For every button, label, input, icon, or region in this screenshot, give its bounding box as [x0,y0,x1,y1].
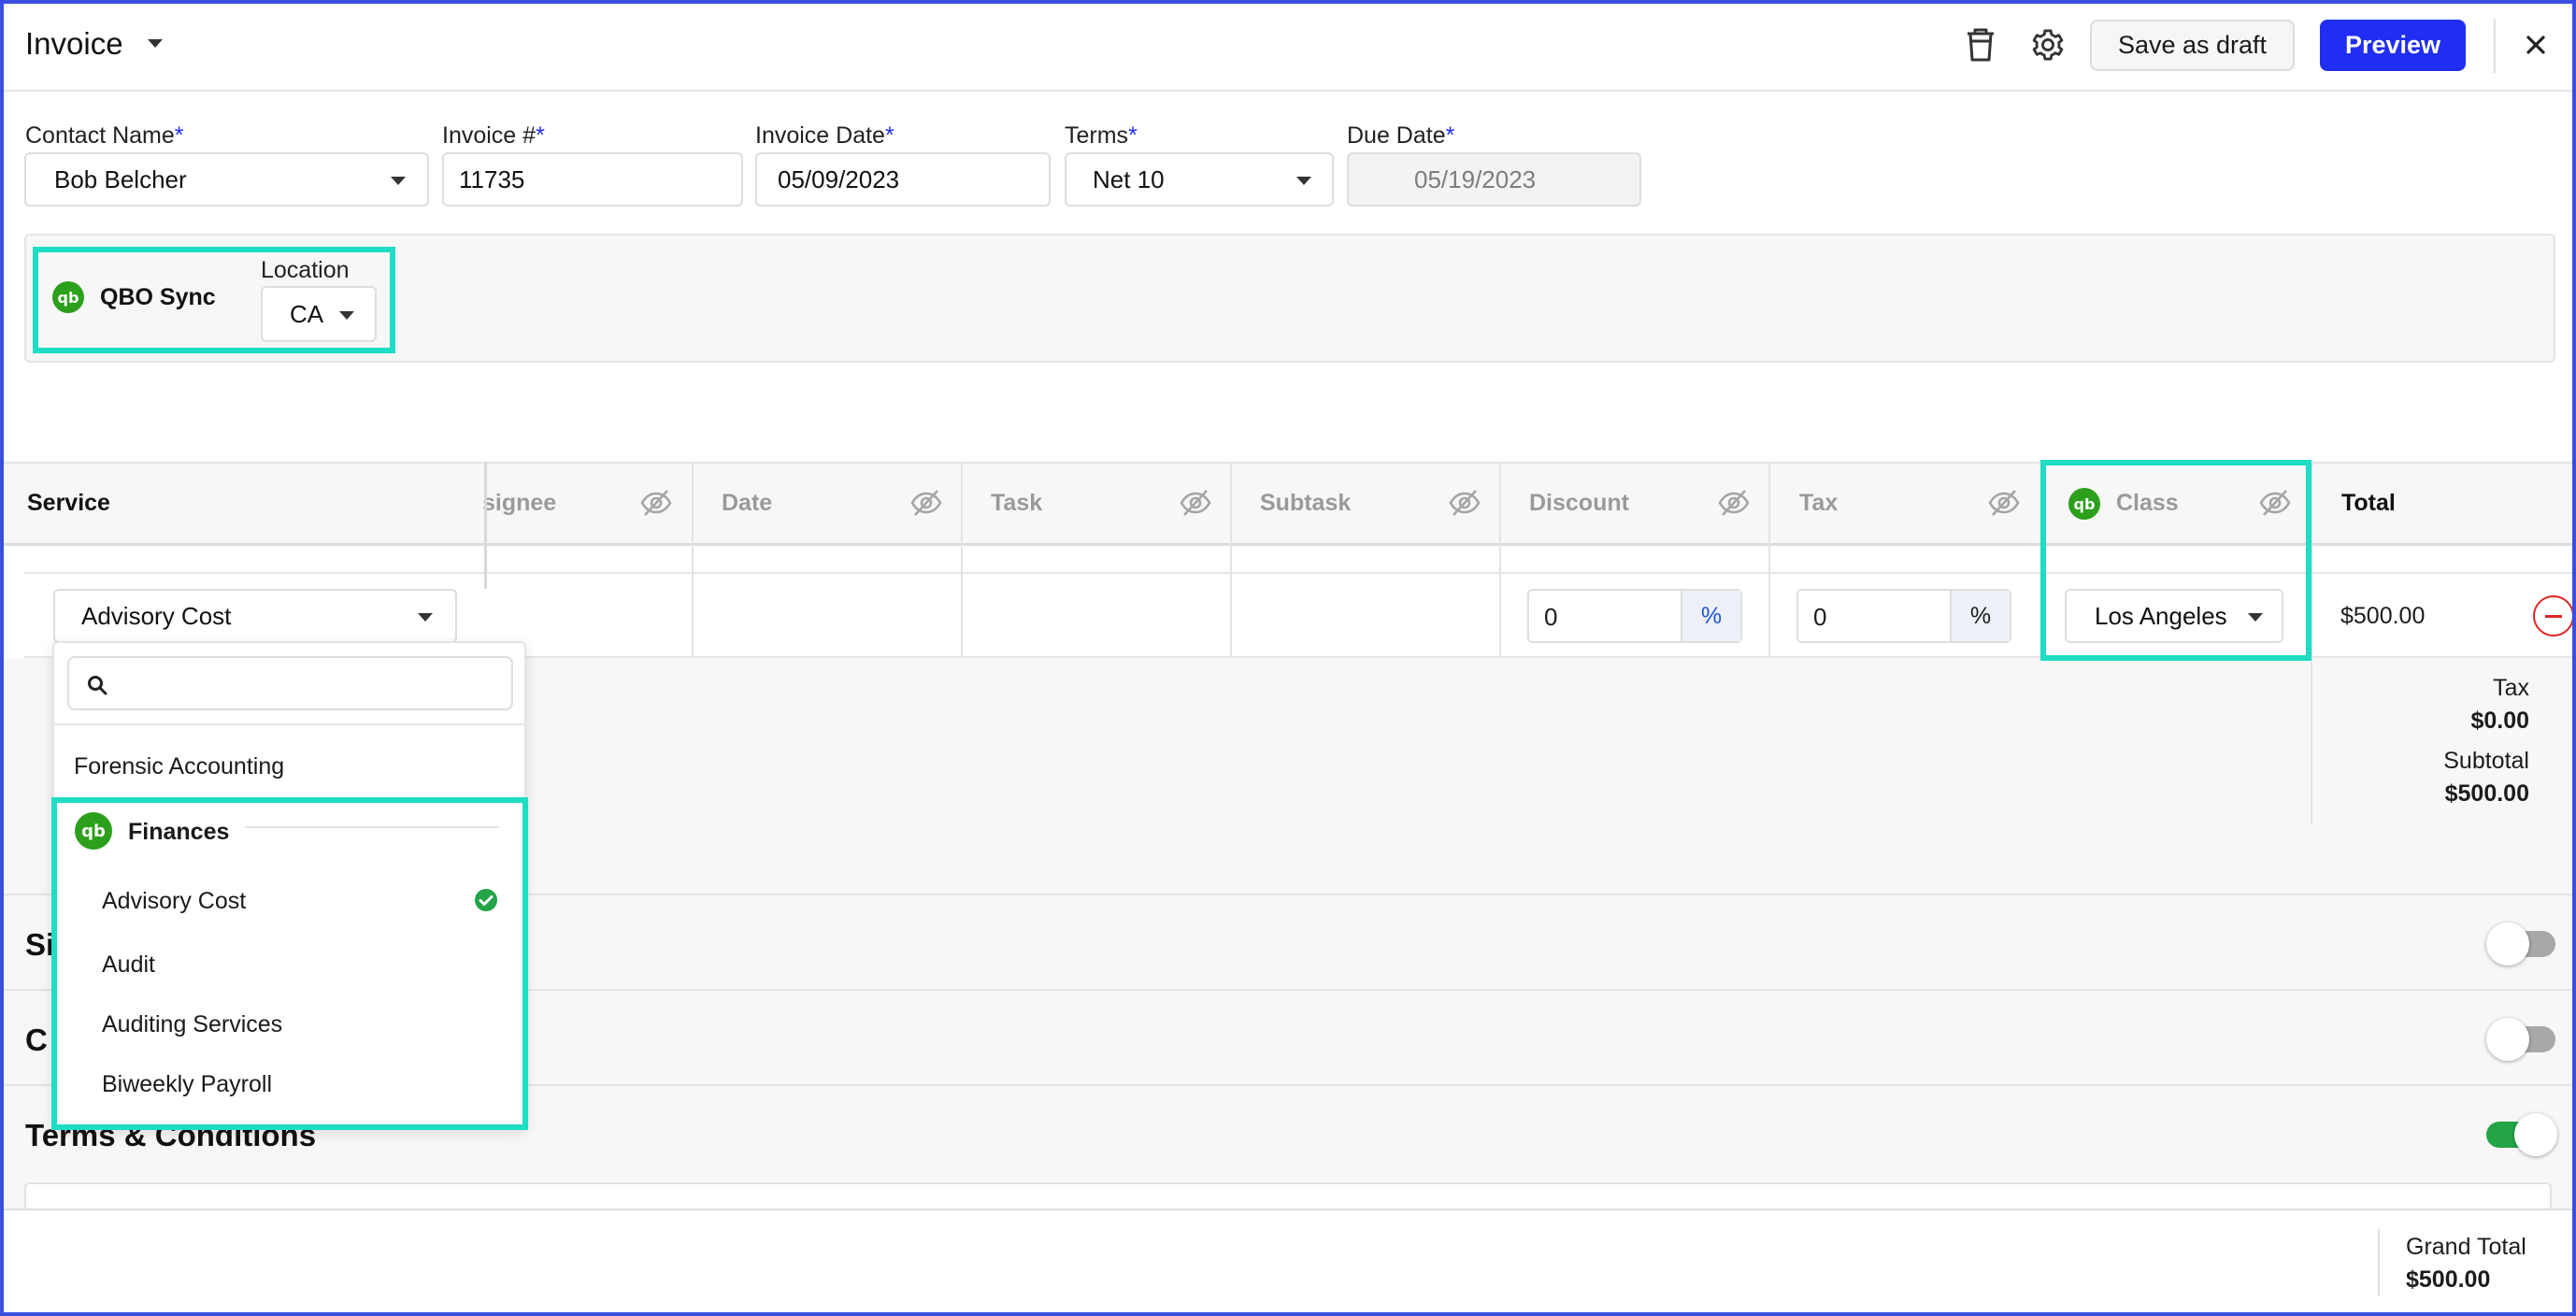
terms-toggle[interactable] [2486,1113,2557,1156]
eye-off-icon[interactable] [909,488,943,518]
column-header-discount: Discount [1529,490,1629,516]
column-divider [1768,462,1770,658]
subtotal-label: Subtotal [2443,748,2529,774]
column-divider [692,462,694,658]
chevron-down-icon [339,311,354,320]
eye-off-icon[interactable] [1179,488,1212,518]
invoice-number-value: 11735 [459,164,525,193]
preview-button[interactable]: Preview [2320,20,2466,71]
invoice-date-label: Invoice Date* [755,122,894,149]
due-date-value: 05/19/2023 [1414,164,1537,193]
footer-bar: Grand Total $500.00 [0,1209,2576,1316]
tax-value: 0 [1813,603,1827,631]
invoice-number-input[interactable]: 11735 [442,152,743,207]
column-header-service: Service [27,490,110,516]
terms-value: Net 10 [1093,164,1165,193]
due-date-input: 05/19/2023 [1347,152,1641,207]
grand-total-value: $500.00 [2406,1266,2491,1293]
chevron-down-icon [418,613,433,622]
close-icon[interactable] [2514,23,2557,66]
quickbooks-logo-icon: qb [52,281,84,313]
invoice-date-input[interactable]: 05/09/2023 [755,152,1051,207]
remove-row-icon[interactable] [2533,595,2574,637]
qbo-sync-panel [24,234,2555,363]
terms-select[interactable]: Net 10 [1065,152,1334,207]
invoice-date-value: 05/09/2023 [778,164,900,193]
column-header-date: Date [722,490,773,516]
tax-summary-value: $0.00 [2470,708,2529,734]
column-header-tax: Tax [1799,490,1839,516]
due-date-label: Due Date* [1347,122,1455,149]
contact-name-label: Contact Name* [25,122,184,149]
column-header-task: Task [991,490,1043,516]
finances-group-highlight [51,797,528,1130]
column-header-total: Total [2341,490,2396,516]
column-divider [1499,462,1501,658]
terms-label: Terms* [1065,122,1138,149]
footer-divider [2378,1229,2380,1296]
class-column-highlight [2040,460,2311,661]
location-select[interactable]: CA [261,286,377,342]
trash-icon[interactable] [1959,23,2002,66]
column-header-assignee: signee [482,490,557,516]
contact-name-value: Bob Belcher [54,164,187,193]
grand-total-label: Grand Total [2406,1234,2526,1260]
search-icon [88,676,107,695]
subtotal-value: $500.00 [2444,780,2529,807]
sticky-column-divider [484,462,487,589]
dropdown-item[interactable]: Forensic Accounting [74,753,284,780]
service-search-input[interactable] [67,656,513,710]
column-divider [961,462,963,658]
tax-unit: % [1950,591,2010,641]
header-bar: Invoice Save as draft Preview [0,0,2576,92]
location-value: CA [290,299,324,328]
page-title: Invoice [25,26,123,61]
invoice-number-label: Invoice #* [442,122,545,149]
discount-unit: % [1681,591,1740,641]
tax-input[interactable]: 0 % [1796,589,2011,643]
column-divider [1230,462,1232,658]
contact-name-select[interactable]: Bob Belcher [24,152,429,207]
row-total: $500.00 [2340,603,2426,629]
title-dropdown-caret-icon[interactable] [148,39,163,48]
save-as-draft-button[interactable]: Save as draft [2090,20,2295,71]
section-title: Si [25,927,55,962]
header-divider [2494,19,2496,73]
eye-off-icon[interactable] [639,488,673,518]
eye-off-icon[interactable] [1717,488,1751,518]
qbo-sync-label: QBO Sync [100,284,216,310]
section-title: C [25,1023,48,1057]
dropdown-divider [54,723,524,725]
tax-summary-label: Tax [2493,675,2529,701]
column-header-subtask: Subtask [1260,490,1352,516]
chevron-down-icon [391,177,406,185]
discount-value: 0 [1544,603,1558,631]
service-value: Advisory Cost [81,601,232,630]
section-toggle[interactable] [2486,923,2555,966]
gear-icon[interactable] [2026,23,2069,66]
chevron-down-icon [1296,177,1311,185]
eye-off-icon[interactable] [1448,488,1481,518]
eye-off-icon[interactable] [1987,488,2021,518]
discount-input[interactable]: 0 % [1527,589,1742,643]
location-label: Location [261,257,350,283]
section-toggle[interactable] [2486,1018,2555,1061]
service-select[interactable]: Advisory Cost [53,589,457,643]
